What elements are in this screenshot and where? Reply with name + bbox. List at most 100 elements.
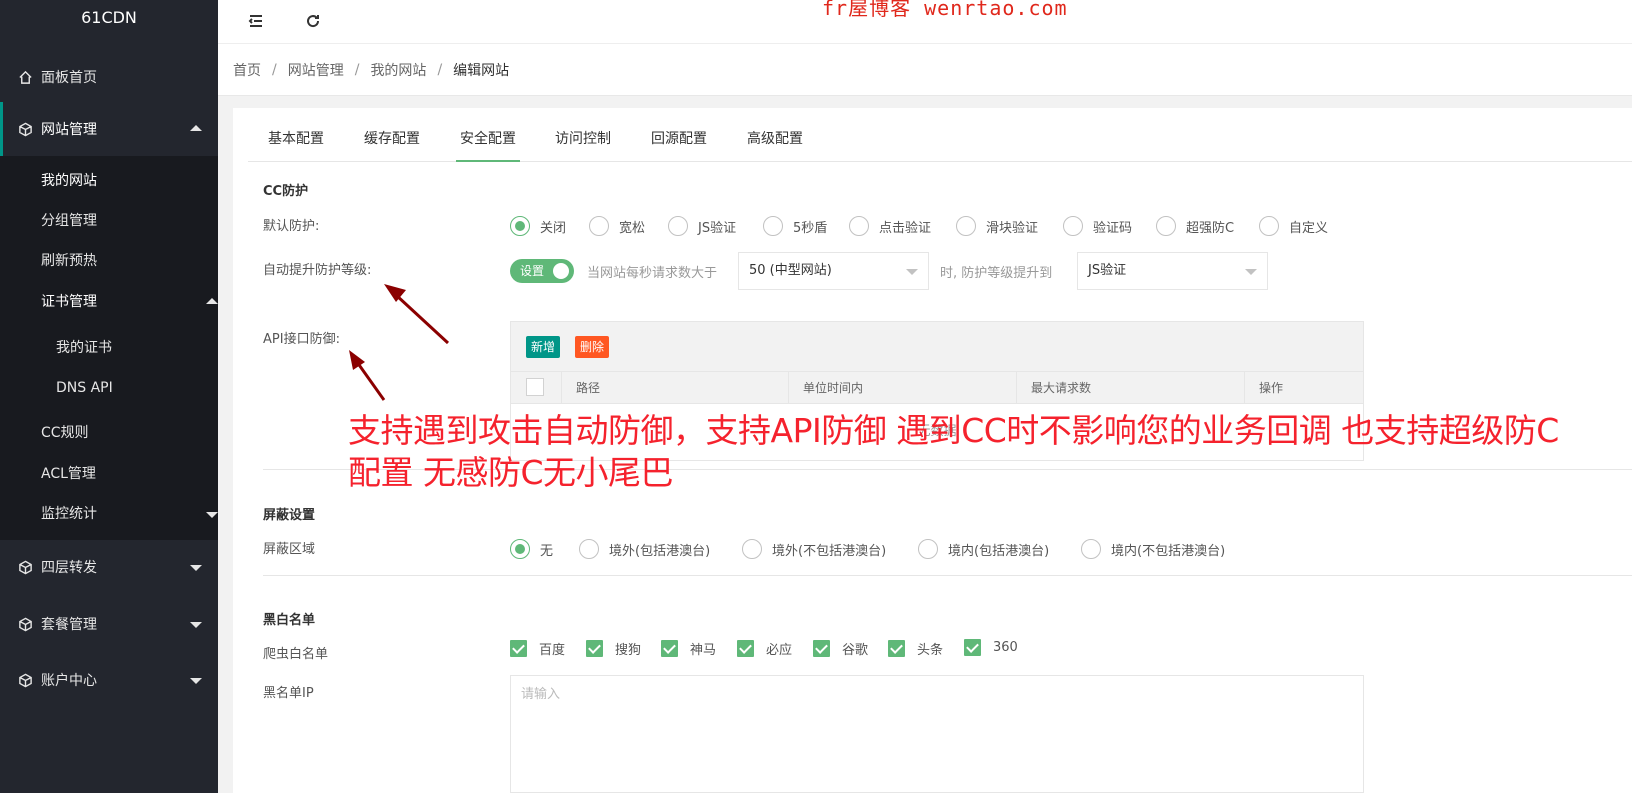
breadcrumb-my-sites[interactable]: 我的网站 [370,60,426,80]
api-defense-label: API接口防御: [263,332,340,347]
cube-icon [17,672,33,688]
radio-cc-off[interactable]: 关闭 [510,216,566,236]
column-header: 操作 [1244,372,1364,404]
sidebar-item-label: 监控统计 [41,506,97,522]
block-section-title: 屏蔽设置 [263,508,316,523]
radio-dot [510,216,530,236]
bw-section-title: 黑白名单 [263,613,316,628]
block-region-label: 屏蔽区域 [263,542,316,557]
sidebar-item-my-certs[interactable]: 我的证书 [56,328,112,368]
check-toutiao[interactable]: 头条 [888,639,943,658]
checkbox-label: 搜狗 [615,643,642,658]
radio-cc-5s[interactable]: 5秒盾 [763,216,827,236]
breadcrumb-home[interactable]: 首页 [233,60,261,80]
radio-cc-loose[interactable]: 宽松 [589,216,645,236]
default-protection-label: 默认防护: [263,219,320,234]
check-shenma[interactable]: 神马 [661,639,716,658]
caret-up-icon [190,125,202,131]
select-value: JS验证 [1088,263,1127,278]
tab-advanced[interactable]: 高级配置 [747,128,803,162]
cube-icon [17,616,33,632]
cube-icon [17,559,33,575]
select-value: 50 (中型网站) [749,263,832,278]
radio-cc-click[interactable]: 点击验证 [849,216,931,236]
select-all-checkbox[interactable] [526,378,544,396]
radio-cc-slider[interactable]: 滑块验证 [956,216,1038,236]
dropdown-arrow-icon [906,269,918,275]
auto-upgrade-switch[interactable]: 设置 [510,259,574,283]
switch-knob [553,263,569,279]
cc-section-title: CC防护 [263,184,309,199]
breadcrumb-separator: / [437,61,443,78]
sidebar-item-groups[interactable]: 分组管理 [41,201,97,241]
menu-collapse-icon[interactable] [245,10,267,32]
breadcrumb-separator: / [272,61,277,78]
tab-access[interactable]: 访问控制 [555,128,611,162]
sidebar-item-label: 证书管理 [41,294,97,310]
checkbox-checked-icon [661,640,678,657]
radio-block-overseas-incl[interactable]: 境外(包括港澳台) [579,539,710,559]
radio-label: 境外(不包括港澳台) [772,543,887,559]
blacklist-ip-label: 黑名单IP [263,686,314,701]
sidebar-item-cert-mgmt[interactable]: 证书管理 [41,282,218,322]
tab-origin[interactable]: 回源配置 [651,128,707,162]
sidebar-item-label: 账户中心 [41,673,97,689]
radio-block-domestic-incl[interactable]: 境内(包括港澳台) [918,539,1049,559]
breadcrumb-edit-site: 编辑网站 [453,62,510,79]
radio-label: 5秒盾 [793,220,828,236]
table-header: 路径 单位时间内 最大请求数 操作 [511,372,1363,404]
radio-block-none[interactable]: 无 [510,539,553,559]
breadcrumb-separator: / [354,61,360,78]
level-select[interactable]: JS验证 [1077,252,1268,290]
checkbox-checked-icon [813,640,830,657]
sidebar-item-packages[interactable]: 套餐管理 [0,597,218,651]
caret-down-icon [190,622,202,628]
sidebar-item-l4-forward[interactable]: 四层转发 [0,540,218,594]
watermark: fr屋博客 wenrtao.com [822,0,1068,20]
check-360[interactable]: 360 [964,639,1018,656]
table-toolbar: 新增 删除 [511,322,1363,372]
sidebar-item-acl[interactable]: ACL管理 [41,454,96,494]
radio-dot [1063,216,1083,236]
radio-cc-js[interactable]: JS验证 [668,216,736,236]
radio-block-domestic-excl[interactable]: 境内(不包括港澳台) [1081,539,1225,559]
delete-button[interactable]: 删除 [575,336,610,358]
check-google[interactable]: 谷歌 [813,639,868,658]
radio-label: 境外(包括港澳台) [609,543,711,559]
breadcrumb: 首页 / 网站管理 / 我的网站 / 编辑网站 [218,44,1632,96]
sidebar-item-dashboard[interactable]: 面板首页 [0,52,218,102]
radio-label: 滑块验证 [986,220,1039,236]
sidebar-item-dns-api[interactable]: DNS API [56,368,113,408]
check-sogou[interactable]: 搜狗 [586,639,641,658]
sidebar-item-cc-rules[interactable]: CC规则 [41,413,89,453]
radio-dot [742,539,762,559]
radio-label: 境内(包括港澳台) [948,543,1050,559]
check-baidu[interactable]: 百度 [510,639,565,658]
tab-security[interactable]: 安全配置 [456,128,520,162]
radio-cc-super[interactable]: 超强防C [1156,216,1234,236]
radio-label: 验证码 [1093,220,1133,236]
checkbox-label: 百度 [539,643,566,658]
sidebar-item-my-sites[interactable]: 我的网站 [41,161,97,201]
radio-block-overseas-excl[interactable]: 境外(不包括港澳台) [742,539,886,559]
sidebar-item-account[interactable]: 账户中心 [0,653,218,707]
blacklist-ip-textarea[interactable]: 请输入 [510,675,1364,793]
radio-cc-captcha[interactable]: 验证码 [1063,216,1132,236]
radio-label: 境内(不包括港澳台) [1111,543,1226,559]
sidebar-item-monitor[interactable]: 监控统计 [41,494,218,534]
sidebar-item-refresh[interactable]: 刷新预热 [41,241,97,281]
dropdown-arrow-icon [1245,269,1257,275]
radio-dot [1081,539,1101,559]
radio-dot [668,216,688,236]
check-bing[interactable]: 必应 [737,639,792,658]
tab-cache[interactable]: 缓存配置 [364,128,420,162]
column-header: 最大请求数 [1016,372,1244,404]
sidebar-item-site-mgmt[interactable]: 网站管理 [0,102,218,156]
sidebar-item-label: 面板首页 [41,70,97,86]
threshold-select[interactable]: 50 (中型网站) [738,252,929,290]
add-button[interactable]: 新增 [526,336,561,358]
radio-cc-custom[interactable]: 自定义 [1259,216,1328,236]
tab-basic[interactable]: 基本配置 [268,128,324,162]
breadcrumb-site-mgmt[interactable]: 网站管理 [288,60,344,80]
refresh-icon[interactable] [302,10,324,32]
